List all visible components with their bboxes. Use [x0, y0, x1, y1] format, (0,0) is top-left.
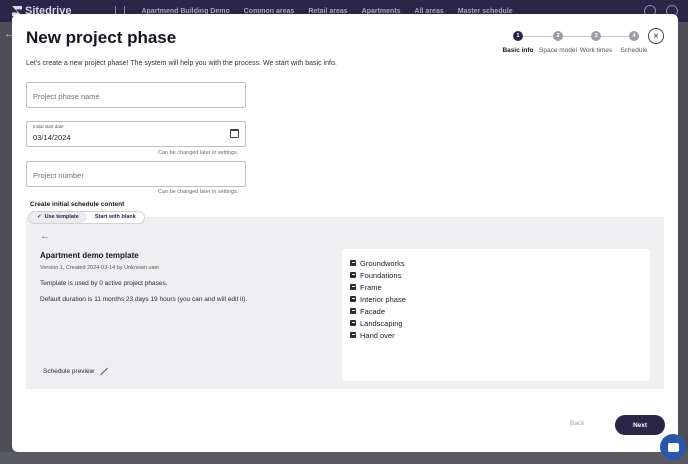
- list-item: Facade: [350, 305, 642, 317]
- step-space-model: 2 Space model: [538, 31, 578, 55]
- back-arrow-icon[interactable]: ←: [40, 231, 50, 242]
- project-number-hint: Can be changed later in settings.: [158, 189, 239, 195]
- tab-label: Use template: [44, 214, 79, 220]
- phase-label: Frame: [360, 282, 382, 292]
- background-strip: [0, 452, 688, 464]
- list-item: Interior phase: [350, 293, 642, 305]
- initial-start-date-input[interactable]: Initial start date 03/14/2024: [26, 121, 246, 147]
- step-label: Basic info: [502, 47, 534, 54]
- close-icon: ×: [653, 30, 659, 42]
- template-name: Apartment demo template: [40, 251, 139, 260]
- phase-label: Facade: [360, 306, 386, 316]
- next-button[interactable]: Next: [615, 415, 665, 435]
- template-panel: ← Apartment demo template Version 1, Cre…: [26, 217, 664, 389]
- phase-label: Hand over: [360, 330, 395, 340]
- template-phase-list: Groundworks Foundations Frame Interior p…: [342, 249, 650, 381]
- step-label: Work times: [579, 47, 613, 54]
- step-basic-info: 1 Basic info: [498, 31, 538, 55]
- project-number-placeholder: Project number: [33, 171, 84, 180]
- start-date-value: 03/14/2024: [33, 133, 71, 142]
- phase-label: Groundworks: [360, 258, 405, 268]
- start-date-hint: Can be changed later in settings.: [158, 150, 239, 156]
- phase-icon: [350, 320, 356, 326]
- tab-start-with-blank[interactable]: Start with blank: [87, 212, 144, 223]
- template-meta: Version 1, Created 2024-03-14 by Unknown…: [40, 265, 160, 271]
- new-project-phase-modal: New project phase Let's create a new pro…: [12, 14, 678, 452]
- list-item: Landscaping: [350, 317, 642, 329]
- template-duration: Default duration is 11 months 23 days 19…: [40, 296, 248, 303]
- schedule-preview-link[interactable]: Schedule preview: [43, 367, 107, 375]
- wizard-stepper: 1 Basic info 2 Space model 3 Work times …: [498, 31, 648, 71]
- chat-support-button[interactable]: [660, 434, 686, 460]
- schedule-content-label: Create initial schedule content: [30, 201, 125, 208]
- step-label: Space model: [539, 47, 577, 54]
- phase-label: Landscaping: [360, 318, 403, 328]
- modal-subtitle: Let's create a new project phase! The sy…: [26, 60, 337, 67]
- phase-icon: [350, 332, 356, 338]
- step-work-times: 3 Work times: [576, 31, 616, 55]
- schedule-preview-label: Schedule preview: [43, 367, 95, 375]
- tab-label: Start with blank: [94, 214, 136, 220]
- phase-icon: [350, 284, 356, 290]
- step-number: 4: [629, 31, 639, 41]
- chat-icon: [667, 442, 679, 452]
- phase-icon: [350, 272, 356, 278]
- step-number: 2: [553, 31, 563, 41]
- modal-title: New project phase: [26, 28, 177, 47]
- step-label: Schedule: [620, 47, 648, 54]
- project-phase-name-input[interactable]: Project phase name: [26, 82, 246, 108]
- schedule-content-tabs: ✓ Use template Start with blank: [28, 211, 145, 224]
- project-number-input[interactable]: Project number: [26, 161, 246, 187]
- list-item: Foundations: [350, 269, 642, 281]
- phase-icon: [350, 260, 356, 266]
- check-icon: ✓: [37, 214, 42, 220]
- step-number: 3: [591, 31, 601, 41]
- phase-icon: [350, 296, 356, 302]
- phase-label: Foundations: [360, 270, 402, 280]
- start-date-label: Initial start date: [33, 124, 64, 129]
- template-usage: Template is used by 0 active project pha…: [40, 280, 168, 287]
- step-number: 1: [513, 31, 523, 41]
- tab-use-template[interactable]: ✓ Use template: [29, 212, 87, 223]
- phase-name-placeholder: Project phase name: [33, 92, 100, 101]
- back-button[interactable]: Back: [570, 420, 584, 427]
- expand-icon: [99, 367, 107, 375]
- calendar-icon[interactable]: [230, 129, 239, 138]
- list-item: Frame: [350, 281, 642, 293]
- list-item: Hand over: [350, 329, 642, 341]
- phase-label: Interior phase: [360, 294, 406, 304]
- list-item: Groundworks: [350, 257, 642, 269]
- close-button[interactable]: ×: [648, 28, 664, 44]
- phase-icon: [350, 308, 356, 314]
